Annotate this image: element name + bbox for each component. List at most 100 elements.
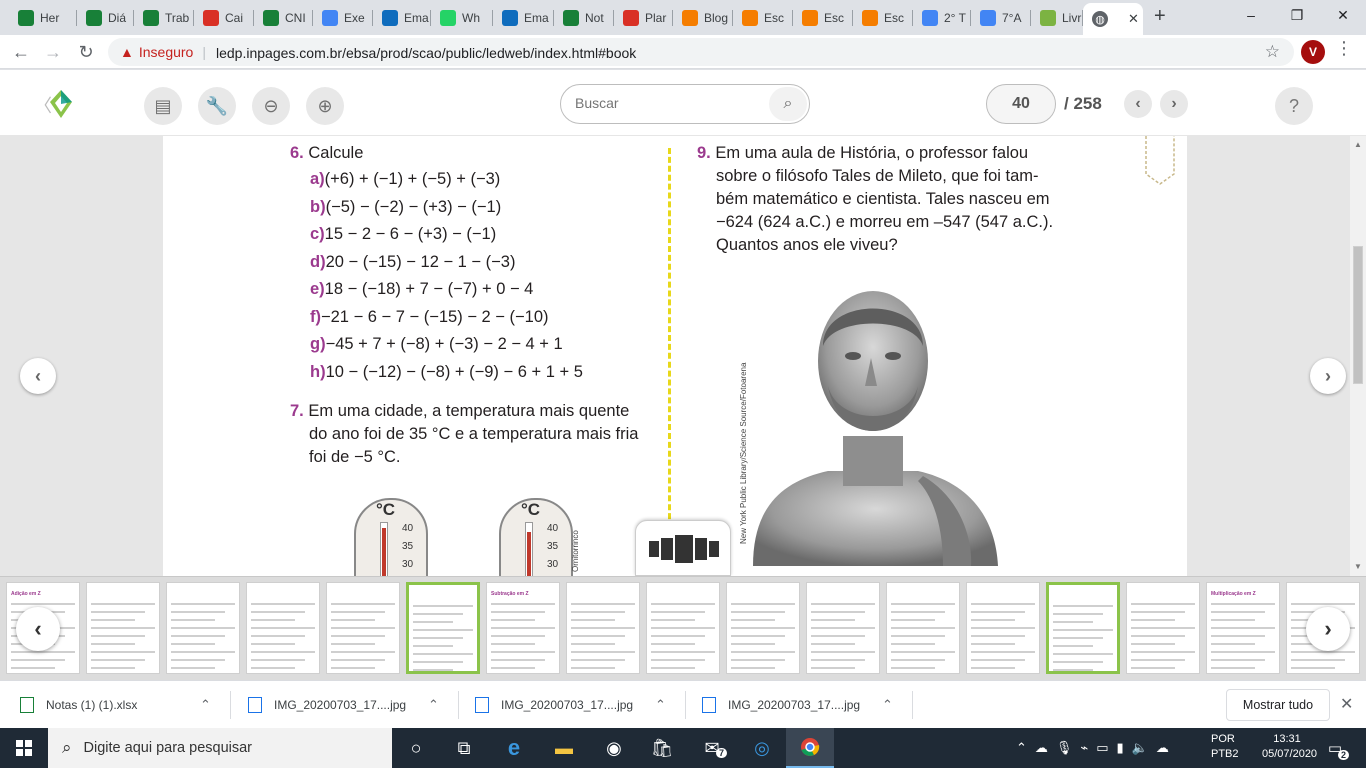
download-item[interactable]: Notas (1) (1).xlsx ⌃	[20, 681, 230, 729]
download-item[interactable]: IMG_20200703_17....jpg ⌃	[475, 681, 685, 729]
browser-tab[interactable]: Blog	[673, 4, 733, 32]
tab-close-icon[interactable]: ✕	[1128, 11, 1139, 27]
start-button[interactable]	[0, 728, 48, 768]
browser-tab[interactable]: Ema	[493, 4, 554, 32]
page-thumbnail[interactable]	[726, 582, 800, 674]
url-text[interactable]: ledp.inpages.com.br/ebsa/prod/scao/publi…	[216, 45, 636, 61]
browser-tab[interactable]: Esc	[733, 4, 793, 32]
page-thumbnail[interactable]	[1046, 582, 1120, 674]
thumbnails-prev-button[interactable]: ‹	[16, 607, 60, 651]
chevron-up-icon[interactable]: ⌃	[428, 697, 439, 713]
browser-tab[interactable]: 7°A	[971, 4, 1031, 32]
vertical-scrollbar[interactable]: ▲ ▼	[1350, 136, 1366, 576]
mail-icon[interactable]: ✉ 7	[688, 728, 736, 768]
language-indicator[interactable]: POR PTB2	[1211, 732, 1239, 762]
address-bar[interactable]: ▲ Inseguro | ledp.inpages.com.br/ebsa/pr…	[108, 38, 1294, 66]
browser-tab[interactable]: CNI	[254, 4, 313, 32]
reload-button[interactable]: ↻	[73, 39, 99, 65]
close-window-button[interactable]: ✕	[1320, 0, 1366, 30]
scroll-up-icon[interactable]: ▲	[1354, 140, 1362, 149]
chrome-taskbar-icon[interactable]	[786, 728, 834, 768]
zoom-in-icon[interactable]: ⊕	[306, 87, 344, 125]
browser-tab[interactable]: Wh	[431, 4, 493, 32]
page-thumbnail[interactable]	[1126, 582, 1200, 674]
onedrive-icon[interactable]: ☁	[1156, 740, 1169, 756]
display-icon[interactable]: ▭	[1096, 740, 1108, 756]
edge-icon[interactable]: e	[490, 728, 538, 768]
chevron-up-icon[interactable]: ⌃	[1016, 740, 1027, 756]
close-downloads-icon[interactable]: ✕	[1340, 694, 1353, 714]
forward-button[interactable]: →	[40, 39, 66, 65]
book-search-input[interactable]	[575, 95, 755, 111]
page-thumbnail[interactable]	[406, 582, 480, 674]
browser-tab[interactable]: Plar	[614, 4, 673, 32]
browser-tab[interactable]: Diá	[77, 4, 134, 32]
clock[interactable]: 13:31 05/07/2020	[1262, 732, 1317, 762]
page-thumbnail[interactable]	[646, 582, 720, 674]
download-item[interactable]: IMG_20200703_17....jpg ⌃	[248, 681, 458, 729]
next-page-button[interactable]: ›	[1310, 358, 1346, 394]
bookmark-ribbon-icon[interactable]	[1144, 136, 1176, 186]
download-item[interactable]: IMG_20200703_17....jpg ⌃	[702, 681, 912, 729]
prev-page-button[interactable]: ‹	[20, 358, 56, 394]
prev-page-chevron-icon[interactable]: ‹	[1124, 90, 1152, 118]
browser-tab[interactable]: Esc	[853, 4, 913, 32]
help-button[interactable]: ?	[1275, 87, 1313, 125]
browser-tab[interactable]: Cai	[194, 4, 254, 32]
cortana-icon[interactable]: ○	[392, 728, 440, 768]
thumbnails-next-button[interactable]: ›	[1306, 607, 1350, 651]
browser-tab[interactable]: Esc	[793, 4, 853, 32]
taskbar-search[interactable]: ⌕ Digite aqui para pesquisar	[48, 728, 392, 768]
obs-icon[interactable]: ◉	[590, 728, 638, 768]
microphone-icon[interactable]: 🎙	[1056, 740, 1073, 756]
task-view-icon[interactable]: ⧉	[440, 728, 488, 768]
show-all-downloads-button[interactable]: Mostrar tudo	[1226, 689, 1330, 721]
browser-tab[interactable]: Trab	[134, 4, 194, 32]
file-explorer-icon[interactable]: ▬	[540, 728, 588, 768]
browser-tab[interactable]: Not	[554, 4, 614, 32]
scroll-down-icon[interactable]: ▼	[1354, 562, 1362, 571]
bookmark-star-icon[interactable]: ☆	[1265, 42, 1280, 62]
kebab-menu-icon[interactable]: ⋮	[1335, 38, 1353, 59]
battery-icon[interactable]: ▮	[1117, 740, 1124, 756]
page-thumbnail[interactable]	[566, 582, 640, 674]
page-thumbnail[interactable]: Subtração em Z	[486, 582, 560, 674]
page-thumbnail[interactable]	[246, 582, 320, 674]
chevron-up-icon[interactable]: ⌃	[655, 697, 666, 713]
browser-tab[interactable]: Her	[9, 4, 77, 32]
page-thumbnail[interactable]	[326, 582, 400, 674]
current-page-input[interactable]: 40	[986, 84, 1056, 124]
safari-like-icon[interactable]: ◎	[738, 728, 786, 768]
chevron-up-icon[interactable]: ⌃	[882, 697, 893, 713]
next-page-chevron-icon[interactable]: ›	[1160, 90, 1188, 118]
profile-avatar[interactable]: V	[1301, 40, 1325, 64]
volume-icon[interactable]: 🔈	[1132, 740, 1148, 756]
tab-active-ledp[interactable]: ◍ ✕	[1083, 3, 1143, 35]
chevron-up-icon[interactable]: ⌃	[200, 697, 211, 713]
book-pages-icon[interactable]: ▤	[144, 87, 182, 125]
minimize-button[interactable]: –	[1228, 0, 1274, 30]
security-indicator[interactable]: ▲ Inseguro |	[120, 44, 206, 60]
thumbnail-toggle-button[interactable]	[635, 520, 731, 576]
store-icon[interactable]: 🛍	[638, 728, 686, 768]
wrench-icon[interactable]: 🔧	[198, 87, 236, 125]
page-thumbnail[interactable]	[166, 582, 240, 674]
usb-icon[interactable]: ⌁	[1080, 740, 1088, 756]
page-thumbnail[interactable]: Multiplicação em Z	[1206, 582, 1280, 674]
browser-tab[interactable]: Ema	[373, 4, 431, 32]
new-tab-button[interactable]: +	[1154, 5, 1166, 28]
zoom-out-icon[interactable]: ⊖	[252, 87, 290, 125]
notifications-icon[interactable]: ▭ 2	[1323, 736, 1349, 760]
back-button[interactable]: ←	[8, 39, 34, 65]
scrollbar-thumb[interactable]	[1353, 246, 1363, 384]
browser-tab[interactable]: Livr	[1031, 4, 1083, 32]
search-icon[interactable]: ⌕	[769, 87, 807, 121]
page-thumbnail[interactable]	[886, 582, 960, 674]
page-thumbnail[interactable]	[86, 582, 160, 674]
browser-tab[interactable]: Exe	[313, 4, 373, 32]
page-thumbnail[interactable]	[966, 582, 1040, 674]
maximize-button[interactable]: ❐	[1274, 0, 1320, 30]
network-warning-icon[interactable]: ☁	[1035, 740, 1048, 756]
page-thumbnail[interactable]	[806, 582, 880, 674]
browser-tab[interactable]: 2° T	[913, 4, 971, 32]
